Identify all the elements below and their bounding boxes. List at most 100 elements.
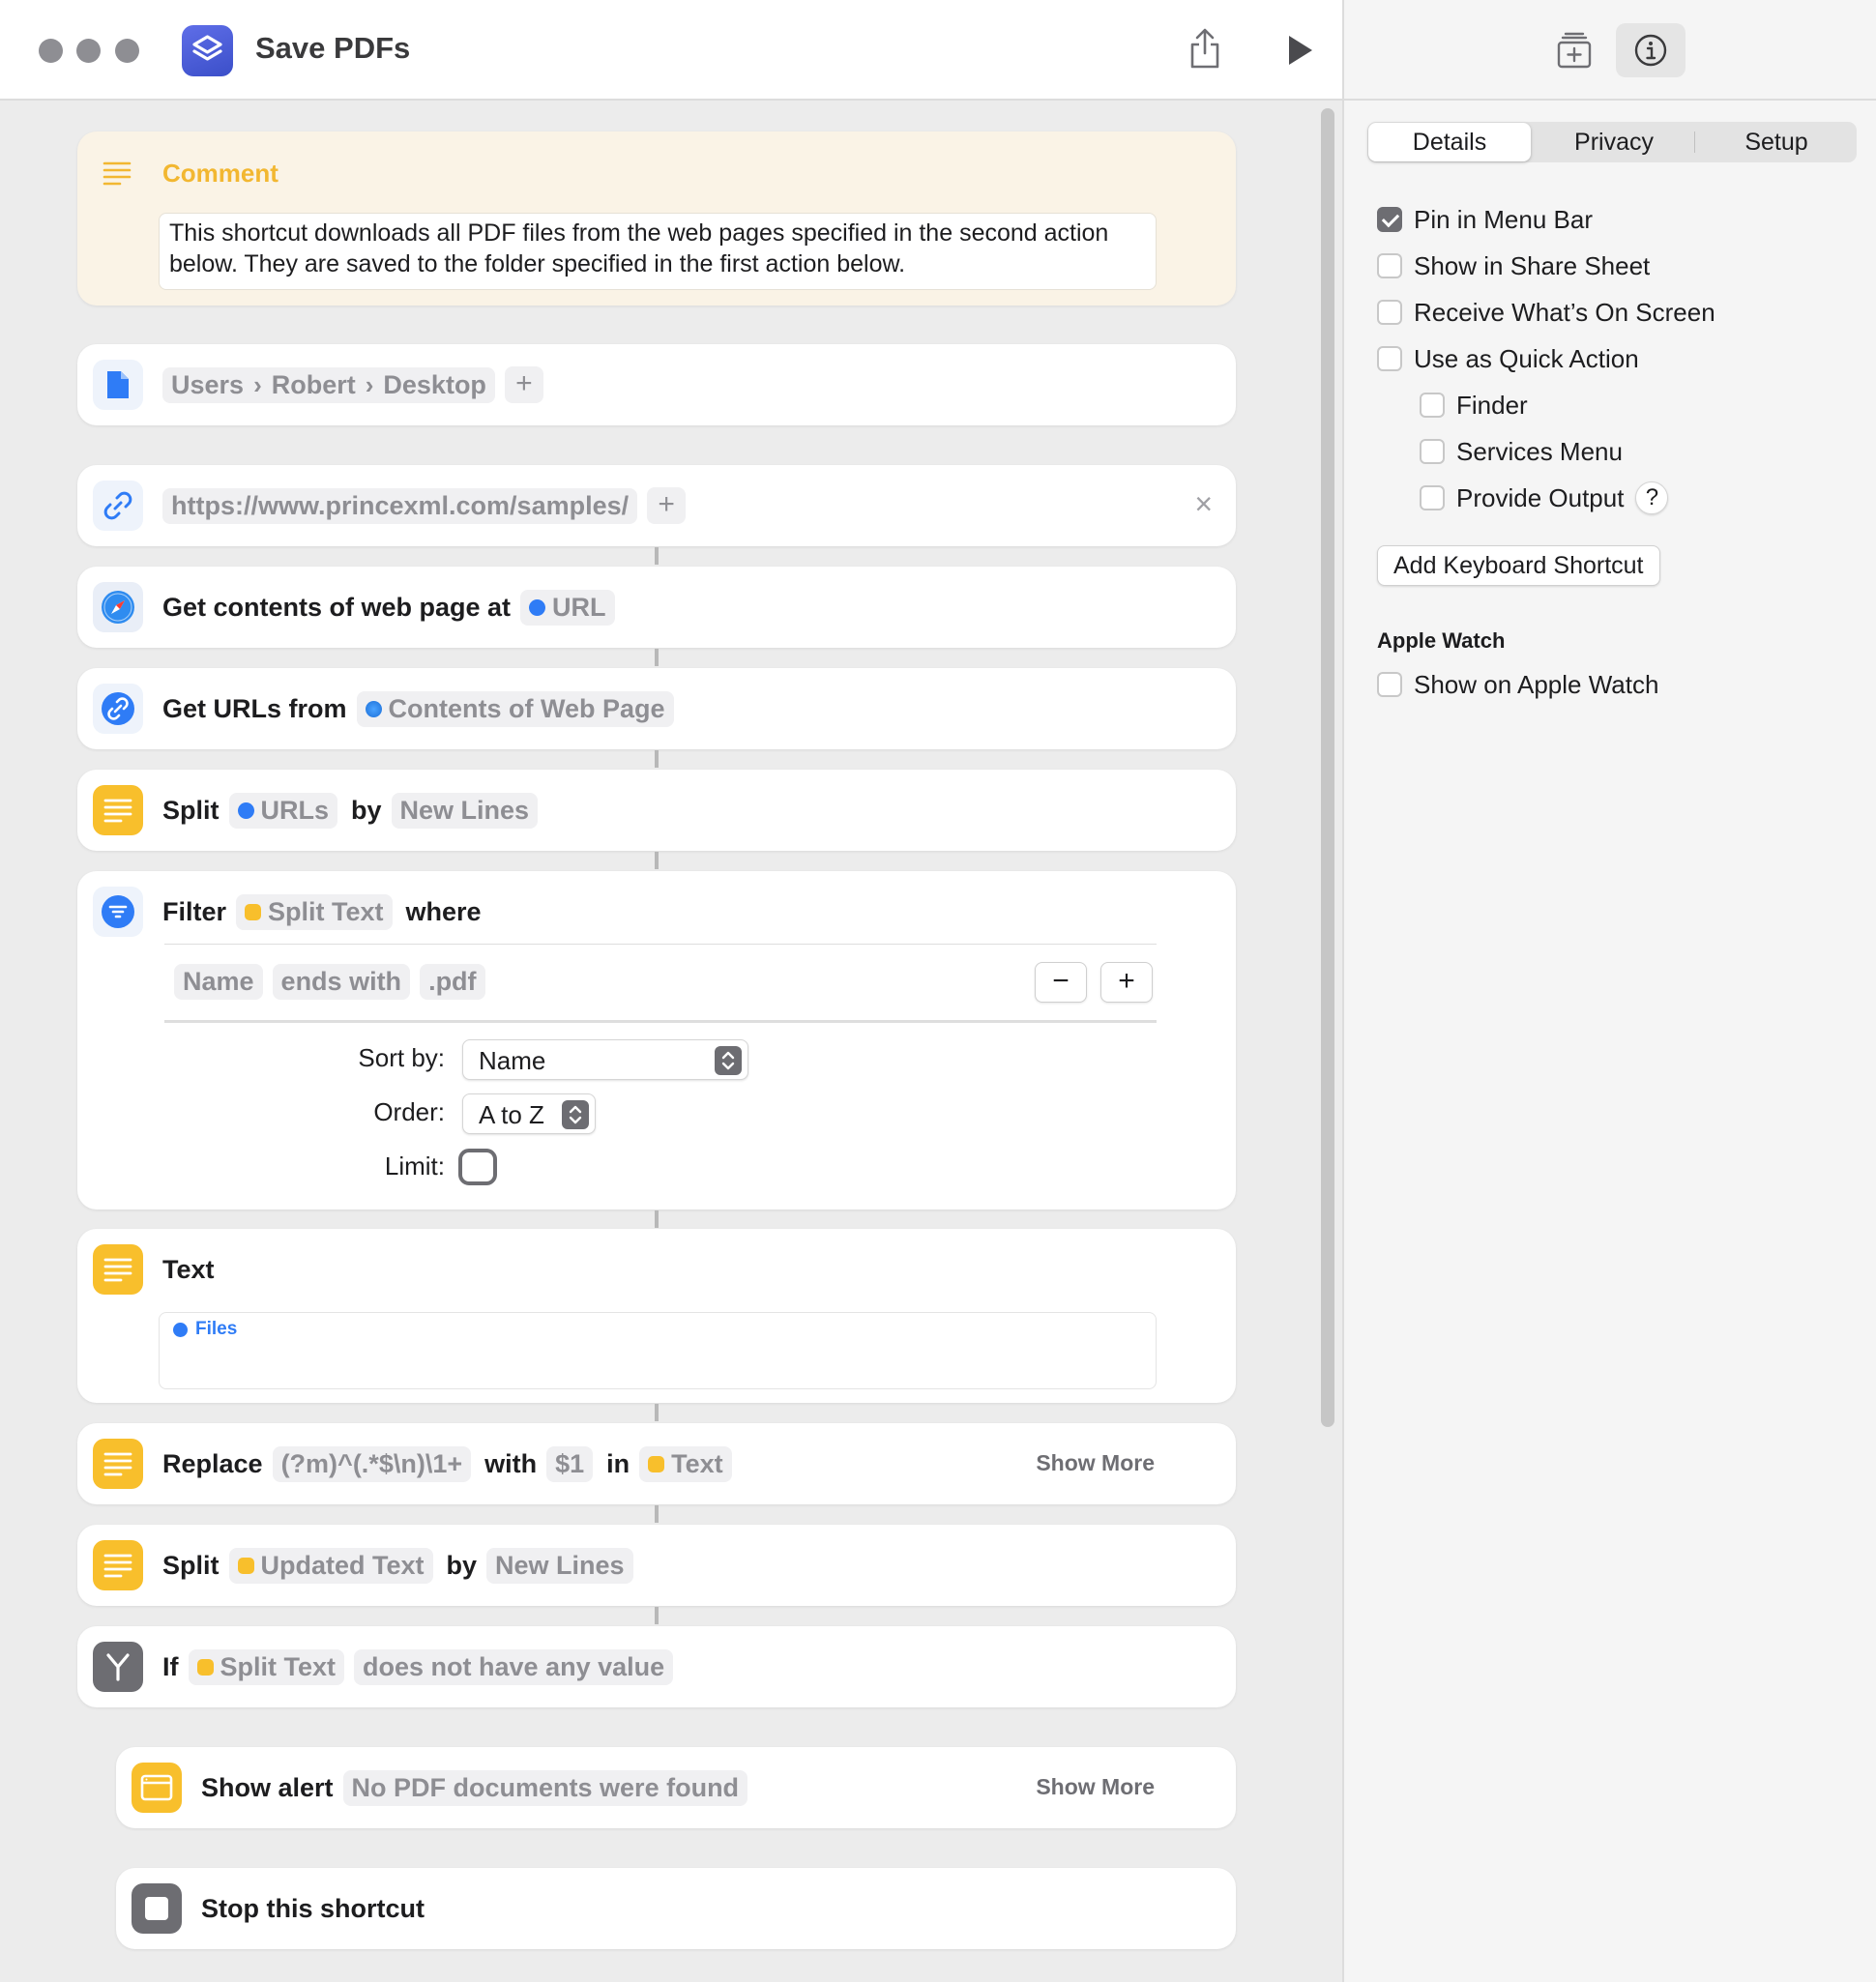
safari-icon: [365, 700, 382, 717]
zoom-window-button[interactable]: [115, 39, 139, 63]
get-urls-action[interactable]: Get URLs from Contents of Web Page: [77, 668, 1236, 749]
split-text-token[interactable]: Split Text: [188, 1648, 345, 1685]
stop-shortcut-action[interactable]: Stop this shortcut: [116, 1868, 1236, 1949]
with-label: with: [484, 1448, 538, 1478]
option-finder[interactable]: Finder: [1420, 386, 1528, 424]
text-icon: [93, 1244, 143, 1295]
if-action[interactable]: If Split Text does not have any value: [77, 1626, 1236, 1707]
condition-operator-token[interactable]: ends with: [272, 964, 411, 1000]
files-variable-token[interactable]: Files: [173, 1319, 237, 1340]
replace-action[interactable]: Replace (?m)^(.*$\n)\1+ with $1 in Text …: [77, 1423, 1236, 1504]
close-window-button[interactable]: [39, 39, 63, 63]
action-label: If: [162, 1651, 179, 1681]
urls-variable-token[interactable]: URLs: [228, 792, 338, 829]
minimize-window-button[interactable]: [76, 39, 101, 63]
text-action[interactable]: Text Files: [77, 1229, 1236, 1403]
option-provide-output[interactable]: Provide Output ?: [1420, 479, 1669, 517]
quick-action-checkbox[interactable]: [1377, 346, 1402, 371]
action-connector: [655, 1404, 659, 1421]
filter-action[interactable]: Filter Split Text where Name ends with .…: [77, 871, 1236, 1210]
option-receive-on-screen[interactable]: Receive What’s On Screen: [1377, 293, 1715, 332]
url-variable-token[interactable]: URL: [520, 589, 615, 626]
where-label: where: [405, 896, 482, 926]
option-label: Show in Share Sheet: [1414, 250, 1651, 280]
add-url-button[interactable]: +: [647, 487, 687, 524]
tab-setup[interactable]: Setup: [1696, 122, 1857, 162]
condition-token[interactable]: does not have any value: [354, 1648, 674, 1685]
chevron-right-icon: ›: [253, 369, 262, 399]
separator-token[interactable]: New Lines: [391, 792, 539, 829]
remove-condition-button[interactable]: −: [1035, 962, 1087, 1003]
path-desktop: Desktop: [383, 369, 486, 399]
add-folder-button[interactable]: +: [504, 366, 543, 403]
text-icon: [196, 1658, 214, 1676]
tab-privacy[interactable]: Privacy: [1534, 122, 1694, 162]
show-alert-action[interactable]: Show alert No PDF documents were found S…: [116, 1747, 1236, 1828]
get-contents-action[interactable]: Get contents of web page at URL: [77, 567, 1236, 648]
comment-text[interactable]: This shortcut downloads all PDF files fr…: [159, 213, 1157, 290]
apple-watch-checkbox[interactable]: [1377, 672, 1402, 697]
add-keyboard-shortcut-button[interactable]: Add Keyboard Shortcut: [1377, 545, 1660, 586]
action-connector: [655, 547, 659, 565]
split-text-token[interactable]: Split Text: [236, 893, 393, 930]
token-label: Split Text: [220, 1651, 337, 1681]
provide-output-checkbox[interactable]: [1420, 485, 1445, 510]
pin-menu-bar-checkbox[interactable]: [1377, 207, 1402, 232]
help-button[interactable]: ?: [1635, 481, 1669, 514]
option-services-menu[interactable]: Services Menu: [1420, 432, 1623, 471]
receive-on-screen-checkbox[interactable]: [1377, 300, 1402, 325]
services-menu-checkbox[interactable]: [1420, 439, 1445, 464]
updated-text-token[interactable]: Updated Text: [228, 1547, 433, 1584]
folder-action[interactable]: Users › Robert › Desktop +: [77, 344, 1236, 425]
play-icon[interactable]: [1284, 33, 1315, 68]
contents-variable-token[interactable]: Contents of Web Page: [356, 690, 674, 727]
finder-checkbox[interactable]: [1420, 393, 1445, 418]
action-library-icon[interactable]: [1555, 31, 1594, 70]
action-label: Replace: [162, 1448, 263, 1478]
split-urls-action[interactable]: Split URLs by New Lines: [77, 770, 1236, 851]
order-select[interactable]: A to Z: [462, 1093, 596, 1134]
chevron-right-icon: ›: [365, 369, 374, 399]
add-condition-button[interactable]: +: [1100, 962, 1153, 1003]
alert-message-token[interactable]: No PDF documents were found: [342, 1769, 748, 1806]
url-token[interactable]: https://www.princexml.com/samples/: [162, 487, 638, 524]
comment-title: Comment: [162, 159, 278, 188]
action-label: Split: [162, 1550, 220, 1580]
action-label: Stop this shortcut: [201, 1893, 425, 1923]
condition-value-token[interactable]: .pdf: [420, 964, 485, 1000]
text-variable-token[interactable]: Text: [639, 1445, 732, 1482]
separator-token[interactable]: New Lines: [486, 1547, 633, 1584]
split-updated-text-action[interactable]: Split Updated Text by New Lines: [77, 1525, 1236, 1606]
option-label: Provide Output: [1456, 482, 1625, 512]
sort-select[interactable]: Name: [462, 1039, 748, 1080]
option-share-sheet[interactable]: Show in Share Sheet: [1377, 247, 1650, 285]
link-icon: [93, 481, 143, 531]
text-icon: [93, 785, 143, 835]
stop-icon: [132, 1883, 182, 1934]
pattern-token[interactable]: (?m)^(.*$\n)\1+: [272, 1445, 472, 1482]
comment-action[interactable]: Comment This shortcut downloads all PDF …: [77, 131, 1236, 306]
replacement-token[interactable]: $1: [546, 1445, 594, 1482]
tab-separator: [1694, 131, 1695, 153]
url-action[interactable]: https://www.princexml.com/samples/ + ×: [77, 465, 1236, 546]
text-input[interactable]: Files: [159, 1312, 1157, 1389]
apple-watch-heading: Apple Watch: [1377, 628, 1506, 653]
share-sheet-checkbox[interactable]: [1377, 253, 1402, 278]
remove-action-icon[interactable]: ×: [1194, 486, 1213, 522]
path-robert: Robert: [271, 369, 356, 399]
action-label: Get contents of web page at: [162, 592, 512, 622]
option-apple-watch[interactable]: Show on Apple Watch: [1377, 665, 1658, 704]
info-icon[interactable]: [1616, 23, 1685, 77]
show-more-button[interactable]: Show More: [1036, 1774, 1155, 1800]
option-quick-action[interactable]: Use as Quick Action: [1377, 339, 1639, 378]
updown-chevron-icon: [562, 1100, 589, 1129]
folder-path-token[interactable]: Users › Robert › Desktop: [162, 366, 495, 403]
text-icon: [245, 903, 262, 920]
editor-scrollbar[interactable]: [1321, 108, 1334, 1427]
option-pin-menu-bar[interactable]: Pin in Menu Bar: [1377, 200, 1593, 239]
share-icon[interactable]: [1187, 27, 1222, 70]
limit-toggle[interactable]: [458, 1149, 497, 1185]
condition-property-token[interactable]: Name: [174, 964, 263, 1000]
tab-details[interactable]: Details: [1368, 123, 1531, 161]
show-more-button[interactable]: Show More: [1036, 1450, 1155, 1476]
